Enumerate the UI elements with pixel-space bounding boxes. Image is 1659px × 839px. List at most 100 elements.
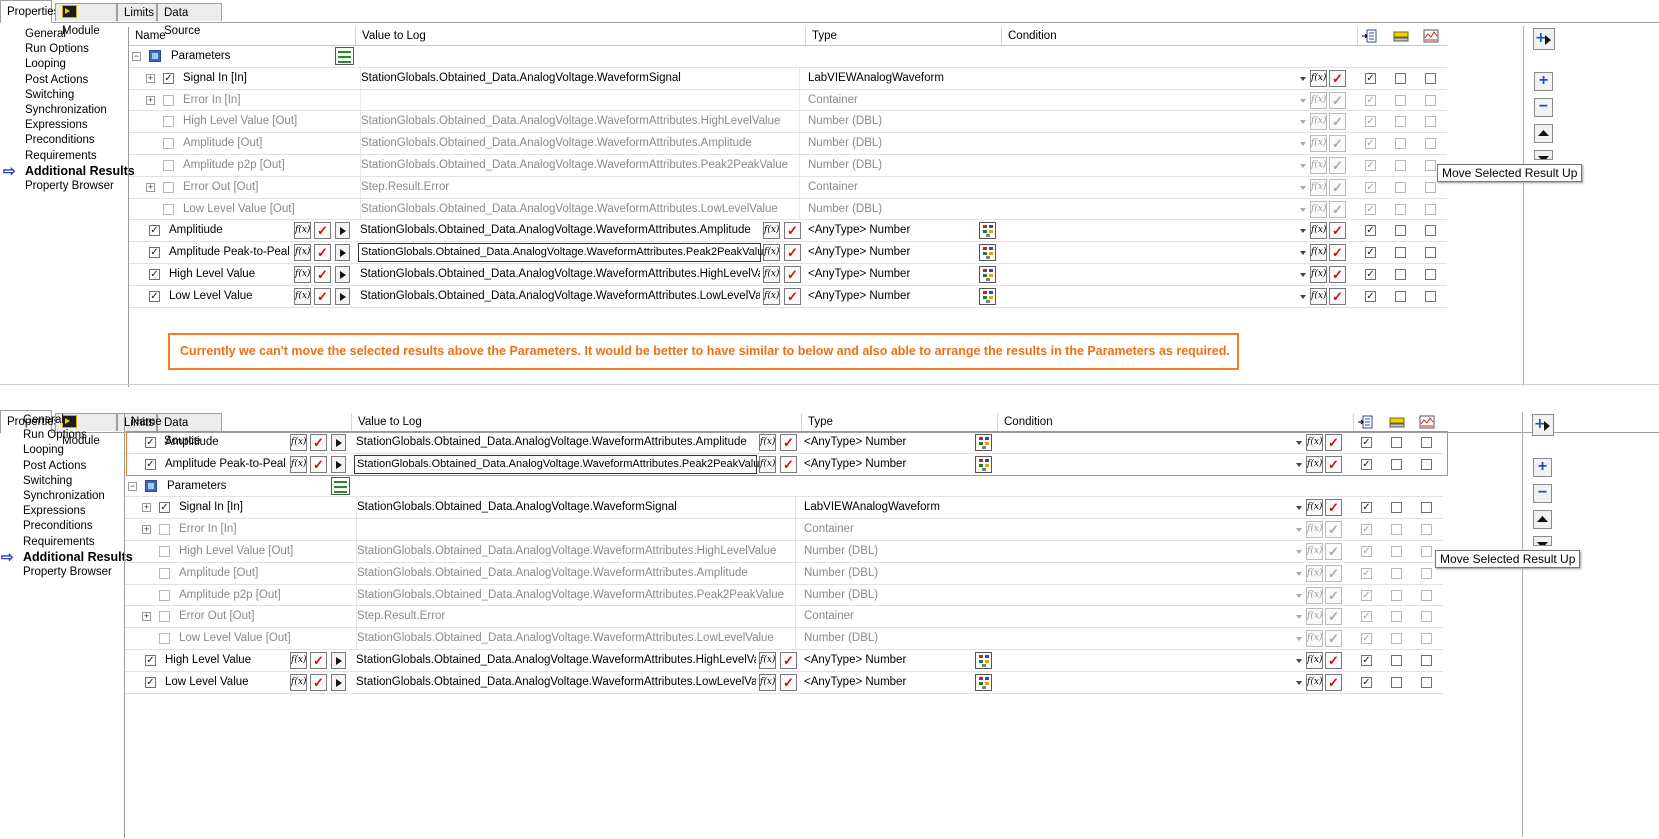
include-checkbox[interactable]: ✓ xyxy=(159,502,170,514)
condition-expression-button[interactable]: f(x) xyxy=(1310,135,1327,153)
log-to-database-checkbox[interactable] xyxy=(1391,567,1402,579)
log-to-report-checkbox[interactable]: ✓ xyxy=(1361,502,1372,514)
condition-check-button[interactable]: ✓ xyxy=(1325,673,1342,691)
name-check-button[interactable]: ✓ xyxy=(314,287,331,305)
log-to-report-checkbox[interactable]: ✓ xyxy=(1361,676,1372,688)
log-to-database-checkbox[interactable] xyxy=(1395,203,1406,215)
log-to-database-checkbox[interactable] xyxy=(1395,290,1406,302)
sidebar-item-run-options[interactable]: Run Options xyxy=(0,428,128,443)
name-check-button[interactable]: ✓ xyxy=(310,652,327,669)
sidebar-item-additional-results[interactable]: ⇨ Additional Results xyxy=(0,549,133,565)
name-browse-button[interactable] xyxy=(335,266,350,283)
sidebar-item-preconditions[interactable]: Preconditions xyxy=(0,519,128,534)
include-checkbox[interactable] xyxy=(159,524,170,536)
add-result-button[interactable]: + xyxy=(1533,28,1555,50)
parameter-name[interactable]: Signal In [In] xyxy=(183,68,355,89)
collapse-icon[interactable]: − xyxy=(132,52,141,61)
parameter-name[interactable]: Error Out [Out] xyxy=(179,606,351,627)
condition-expression-button[interactable]: f(x) xyxy=(1306,608,1323,626)
log-to-database-checkbox[interactable] xyxy=(1395,225,1406,237)
log-to-report-checkbox[interactable]: ✓ xyxy=(1361,655,1372,666)
parameter-name[interactable]: Low Level Value [Out] xyxy=(179,628,351,649)
value-edit-field[interactable]: StationGlobals.Obtained_Data.AnalogVolta… xyxy=(358,243,769,263)
name-expression-button[interactable]: f(x) xyxy=(294,222,311,240)
parameter-name[interactable]: Error In [In] xyxy=(183,90,355,111)
table-row[interactable]: + Error In [In] Container f(x) ✓ ✓ xyxy=(129,89,1447,112)
value-to-log[interactable]: StationGlobals.Obtained_Data.AnalogVolta… xyxy=(356,628,796,650)
value-to-log[interactable]: StationGlobals.Obtained_Data.AnalogVolta… xyxy=(360,264,760,285)
tab-properties[interactable]: Properties xyxy=(0,0,59,23)
graph-checkbox[interactable] xyxy=(1425,138,1436,150)
graph-checkbox[interactable] xyxy=(1425,160,1436,171)
value-to-log[interactable]: StationGlobals.Obtained_Data.AnalogVolta… xyxy=(356,672,756,693)
log-to-database-checkbox[interactable] xyxy=(1391,546,1402,557)
type-select-icon[interactable] xyxy=(979,287,996,305)
log-to-database-checkbox[interactable] xyxy=(1395,94,1406,106)
value-to-log[interactable]: StationGlobals.Obtained_Data.AnalogVolta… xyxy=(360,155,800,176)
sidebar-item-run-options[interactable]: Run Options xyxy=(0,42,130,57)
condition-check-button[interactable]: ✓ xyxy=(1329,157,1346,174)
sidebar-item-looping[interactable]: Looping xyxy=(0,443,128,458)
log-to-report-checkbox[interactable]: ✓ xyxy=(1365,181,1376,193)
graph-checkbox[interactable] xyxy=(1421,655,1432,666)
name-browse-button[interactable] xyxy=(335,222,350,240)
table-row[interactable]: Low Level Value [Out] StationGlobals.Obta… xyxy=(125,628,1443,650)
condition-check-button[interactable]: ✓ xyxy=(1329,287,1346,305)
condition-dropdown-arrow[interactable] xyxy=(1300,98,1306,103)
type-select-icon[interactable] xyxy=(979,266,996,283)
parameter-name[interactable]: High Level Value [Out] xyxy=(183,111,355,132)
value-to-log[interactable]: Step.Result.Error xyxy=(356,606,796,628)
expand-icon[interactable]: + xyxy=(146,95,155,105)
graph-checkbox[interactable] xyxy=(1425,72,1436,84)
condition-expression-button[interactable]: f(x) xyxy=(1310,69,1327,87)
graph-checkbox[interactable] xyxy=(1425,269,1436,280)
parameter-name[interactable]: Amplitude p2p [Out] xyxy=(179,585,351,606)
condition-dropdown-arrow[interactable] xyxy=(1296,593,1302,598)
condition-dropdown-arrow[interactable] xyxy=(1300,164,1306,168)
graph-checkbox[interactable] xyxy=(1425,181,1436,193)
log-to-database-checkbox[interactable] xyxy=(1391,676,1402,688)
graph-checkbox[interactable] xyxy=(1425,94,1436,106)
log-to-report-checkbox[interactable]: ✓ xyxy=(1361,567,1372,579)
table-row[interactable]: + Error Out [Out] Step.Result.Error Contain… xyxy=(129,176,1447,199)
condition-dropdown-arrow[interactable] xyxy=(1296,615,1302,620)
condition-expression-button[interactable]: f(x) xyxy=(1306,652,1323,669)
condition-expression-button[interactable]: f(x) xyxy=(1306,673,1323,691)
value-to-log[interactable]: StationGlobals.Obtained_Data.AnalogVolta… xyxy=(360,67,800,89)
sidebar-item-looping[interactable]: Looping xyxy=(0,57,130,72)
value-to-log[interactable] xyxy=(356,519,796,541)
condition-check-button[interactable]: ✓ xyxy=(1325,499,1342,517)
expand-icon[interactable]: + xyxy=(142,525,151,535)
log-to-report-checkbox[interactable]: ✓ xyxy=(1365,247,1376,259)
value-to-log[interactable]: StationGlobals.Obtained_Data.AnalogVolta… xyxy=(360,111,800,133)
table-row[interactable]: ✓ Low Level Value f(x) ✓ StationGlobals.Obta… xyxy=(125,672,1443,694)
value-to-log[interactable]: StationGlobals.Obtained_Data.AnalogVolta… xyxy=(360,133,800,155)
graph-checkbox[interactable] xyxy=(1421,611,1432,623)
log-to-report-checkbox[interactable]: ✓ xyxy=(1365,138,1376,150)
condition-check-button[interactable]: ✓ xyxy=(1329,244,1346,262)
log-to-database-checkbox[interactable] xyxy=(1395,138,1406,150)
name-check-button[interactable]: ✓ xyxy=(314,222,331,240)
name-check-button[interactable]: ✓ xyxy=(310,673,327,691)
result-name[interactable]: High Level Value xyxy=(165,650,285,671)
sidebar-item-synchronization[interactable]: Synchronization xyxy=(0,489,128,504)
log-to-database-checkbox[interactable] xyxy=(1395,181,1406,193)
name-browse-button[interactable] xyxy=(335,287,350,305)
condition-check-button[interactable]: ✓ xyxy=(1329,200,1346,218)
condition-expression-button[interactable]: f(x) xyxy=(1310,178,1327,196)
include-checkbox[interactable] xyxy=(159,611,170,623)
sidebar-item-synchronization[interactable]: Synchronization xyxy=(0,103,130,118)
log-to-report-checkbox[interactable]: ✓ xyxy=(1361,633,1372,645)
expand-icon[interactable]: + xyxy=(142,612,151,622)
value-to-log[interactable]: StationGlobals.Obtained_Data.AnalogVolta… xyxy=(356,584,796,606)
condition-check-button[interactable]: ✓ xyxy=(1325,543,1342,560)
parameter-name[interactable]: Low Level Value [Out] xyxy=(183,199,355,220)
value-check-button[interactable]: ✓ xyxy=(780,673,797,691)
table-row[interactable]: ✓ High Level Value f(x) ✓ StationGlobals.Obt… xyxy=(129,264,1447,286)
value-expression-button[interactable]: f(x) xyxy=(763,287,780,305)
name-expression-button[interactable]: f(x) xyxy=(294,244,311,262)
table-row[interactable]: ✓ High Level Value f(x) ✓ StationGlobals.Obt… xyxy=(125,650,1443,672)
add-result-button[interactable]: + xyxy=(1532,414,1554,436)
log-to-report-checkbox[interactable]: ✓ xyxy=(1361,589,1372,601)
expand-icon[interactable]: + xyxy=(146,73,155,83)
